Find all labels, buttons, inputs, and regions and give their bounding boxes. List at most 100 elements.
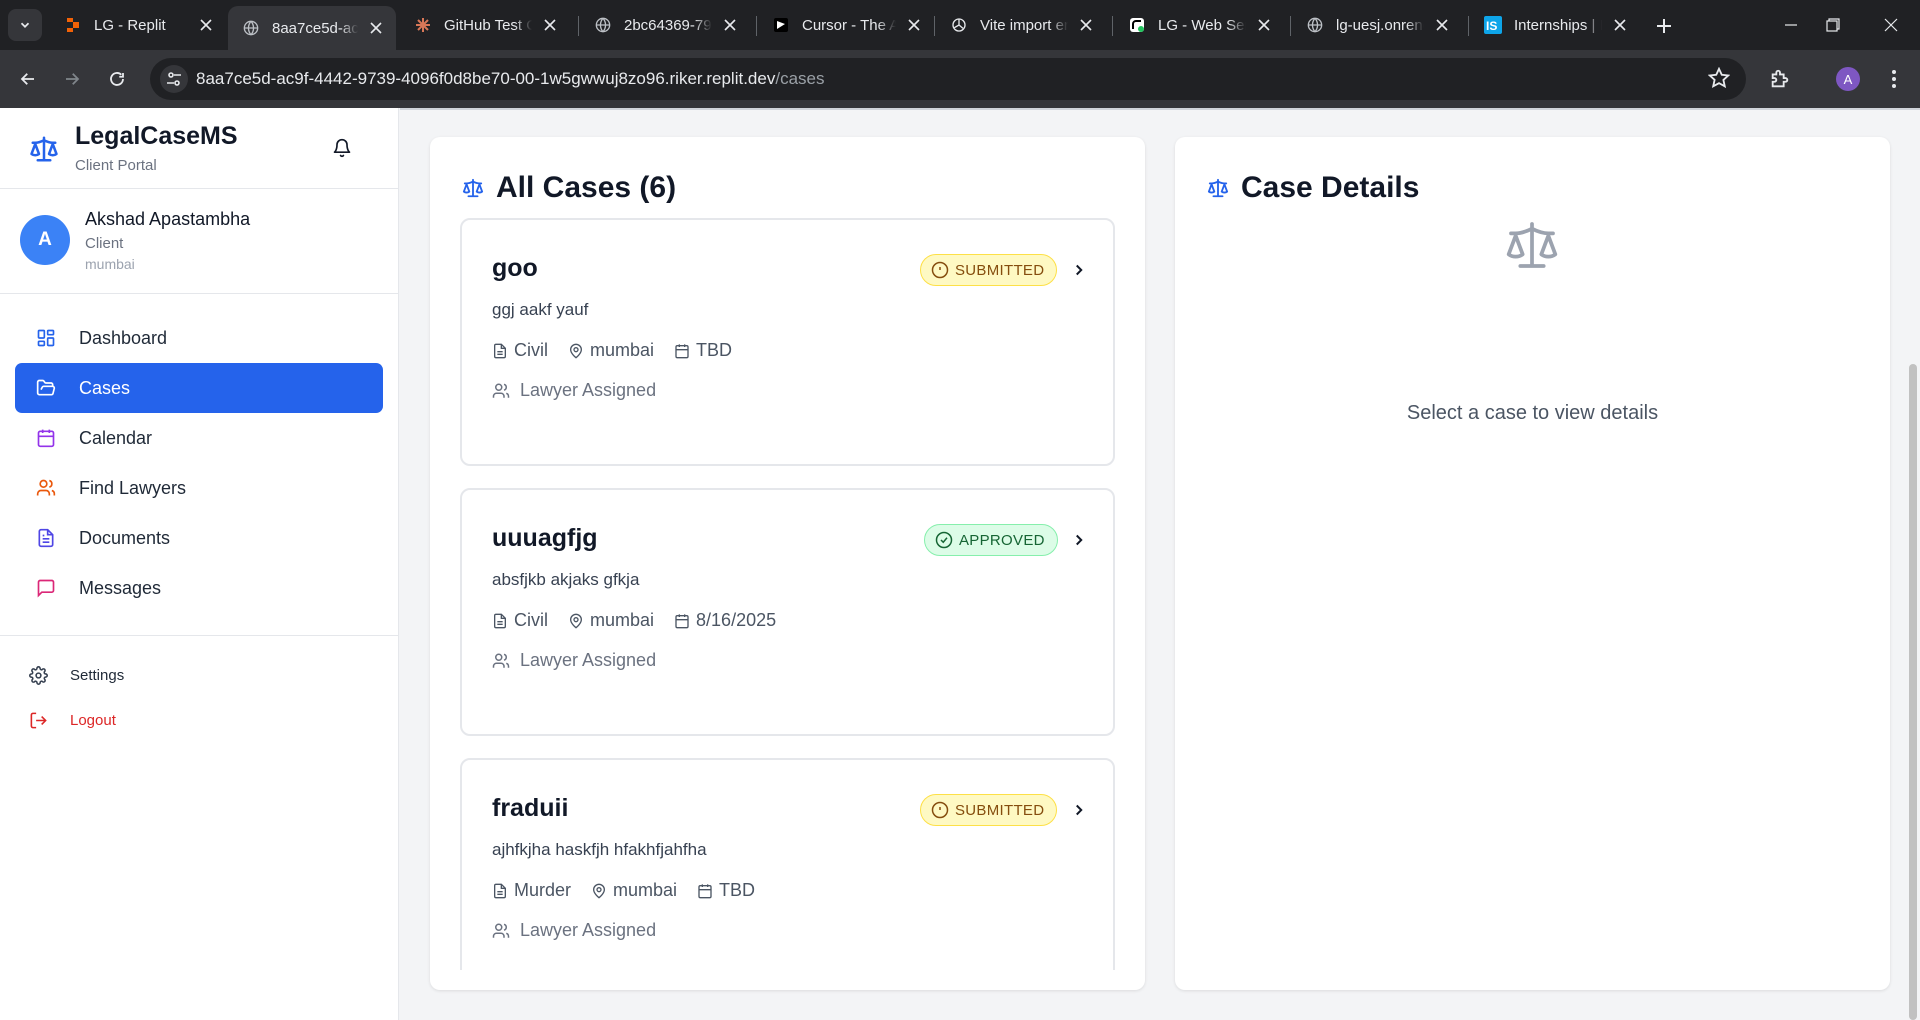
close-icon[interactable] (366, 18, 386, 38)
bell-icon (333, 138, 351, 158)
cursor-icon (772, 16, 790, 34)
sidebar-item-label: Find Lawyers (79, 477, 187, 498)
browser-tab[interactable]: lg-uesj.onrender.com (1292, 6, 1462, 44)
case-lawyer-status: Lawyer Assigned (492, 650, 656, 671)
status-label: SUBMITTED (955, 801, 1045, 819)
restore-button[interactable] (1818, 10, 1848, 40)
close-icon[interactable] (1254, 15, 1274, 35)
minimize-button[interactable] (1776, 10, 1806, 40)
bookmark-button[interactable] (1707, 66, 1731, 94)
case-title: goo (492, 254, 538, 282)
divider (0, 635, 398, 636)
new-tab-button[interactable] (1650, 12, 1678, 40)
reload-button[interactable] (101, 63, 133, 95)
chevron-down-icon (20, 22, 30, 28)
sidebar-item-find-lawyers[interactable]: Find Lawyers (15, 463, 383, 513)
calendar-icon (698, 883, 712, 898)
map-pin-icon (569, 343, 583, 359)
users-icon (35, 477, 57, 499)
case-type: Civil (514, 340, 548, 360)
arrow-right-icon (66, 73, 80, 85)
status-label: APPROVED (959, 531, 1045, 549)
browser-tab[interactable]: 2bc64369-79 (580, 6, 750, 44)
case-open-button[interactable] (1067, 798, 1091, 822)
tab-separator (1112, 16, 1113, 36)
document-icon (494, 883, 506, 898)
browser-toolbar: 8aa7ce5d-ac9f-4442-9739-4096f0d8be70-00-… (0, 50, 1920, 108)
browser-tab[interactable]: LG - Web Service (1114, 6, 1284, 44)
sidebar-item-cases[interactable]: Cases (15, 363, 383, 413)
back-button[interactable] (12, 63, 44, 95)
case-card[interactable]: uuuagfjg APPROVED absfjkb akjaks gfkja C… (460, 488, 1115, 736)
check-circle-icon (935, 531, 953, 549)
globe-icon (1306, 16, 1324, 34)
close-icon[interactable] (1076, 15, 1096, 35)
sidebar-item-messages[interactable]: Messages (15, 563, 383, 613)
logout-button[interactable]: Logout (28, 698, 124, 743)
app-root: LegalCaseMS Client Portal A Akshad Apast… (0, 108, 1920, 1020)
case-open-button[interactable] (1067, 258, 1091, 282)
window-close-button[interactable] (1876, 10, 1906, 40)
case-date: TBD (696, 340, 733, 360)
cases-panel-header: All Cases (6) (460, 171, 676, 205)
browser-tab[interactable]: Cursor - The AI Code Editor (758, 6, 934, 44)
svg-text:IS: IS (1486, 19, 1497, 33)
close-icon[interactable] (1432, 15, 1452, 35)
case-meta: Murder mumbai TBD (492, 880, 775, 901)
site-info-button[interactable] (160, 65, 188, 93)
case-type: Civil (514, 610, 548, 630)
sidebar-item-label: Documents (79, 527, 171, 548)
scale-icon (1506, 222, 1558, 268)
scale-icon (460, 175, 486, 201)
forward-button[interactable] (56, 63, 88, 95)
sidebar-footer: Settings Logout (28, 653, 124, 743)
document-icon (494, 343, 506, 358)
tab-title: lg-uesj.onrender.com (1336, 16, 1424, 34)
close-icon[interactable] (540, 15, 560, 35)
puzzle-icon (1771, 69, 1789, 88)
profile-avatar[interactable]: A (1836, 67, 1860, 91)
case-title: uuuagfjg (492, 524, 598, 552)
page-scrollbar[interactable] (1909, 364, 1917, 1020)
browser-tab[interactable]: LG - Replit (50, 6, 226, 44)
lawyer-label: Lawyer Assigned (520, 380, 657, 400)
case-card[interactable]: fraduii SUBMITTED ajhfkjha haskfjh hfakh… (460, 758, 1115, 970)
case-description: ggj aakf yauf (492, 300, 589, 319)
arrow-left-icon (20, 73, 34, 85)
browser-menu-button[interactable] (1878, 63, 1910, 95)
sidebar-item-calendar[interactable]: Calendar (15, 413, 383, 463)
message-icon (35, 577, 57, 599)
user-profile-card: A Akshad Apastambha Client mumbai (0, 189, 398, 294)
browser-tab[interactable]: IS Internships | Internshala (1470, 6, 1640, 44)
document-icon (494, 613, 506, 628)
tab-title: LG - Replit (94, 16, 166, 34)
browser-tab[interactable]: GitHub Test Connection (400, 6, 570, 44)
url-path: /cases (775, 69, 825, 88)
extensions-button[interactable] (1764, 63, 1796, 95)
alert-circle-icon (931, 801, 949, 819)
lawyer-label: Lawyer Assigned (520, 920, 657, 940)
case-open-button[interactable] (1067, 528, 1091, 552)
case-card[interactable]: goo SUBMITTED ggj aakf yauf Civil mumbai… (460, 218, 1115, 466)
sidebar-item-dashboard[interactable]: Dashboard (15, 313, 383, 363)
close-icon[interactable] (904, 15, 924, 35)
address-bar[interactable]: 8aa7ce5d-ac9f-4442-9739-4096f0d8be70-00-… (150, 58, 1746, 100)
settings-button[interactable]: Settings (28, 653, 124, 698)
details-panel-header: Case Details (1205, 171, 1419, 205)
browser-tab-active[interactable]: 8aa7ce5d-ac9f-4442 (228, 6, 396, 50)
sidebar-item-documents[interactable]: Documents (15, 513, 383, 563)
close-icon[interactable] (1610, 15, 1630, 35)
render-icon (1128, 16, 1146, 34)
close-icon[interactable] (196, 15, 216, 35)
lawyer-label: Lawyer Assigned (520, 650, 657, 670)
minimize-icon (1785, 24, 1797, 26)
case-list[interactable]: goo SUBMITTED ggj aakf yauf Civil mumbai… (460, 218, 1115, 970)
browser-tab[interactable]: Vite import error (936, 6, 1106, 44)
status-label: SUBMITTED (955, 261, 1045, 279)
main-top-border (400, 108, 1920, 110)
notifications-button[interactable] (328, 134, 356, 162)
close-icon[interactable] (720, 15, 740, 35)
globe-icon (242, 19, 260, 37)
openai-icon (950, 16, 968, 34)
tab-search-button[interactable] (8, 9, 42, 41)
